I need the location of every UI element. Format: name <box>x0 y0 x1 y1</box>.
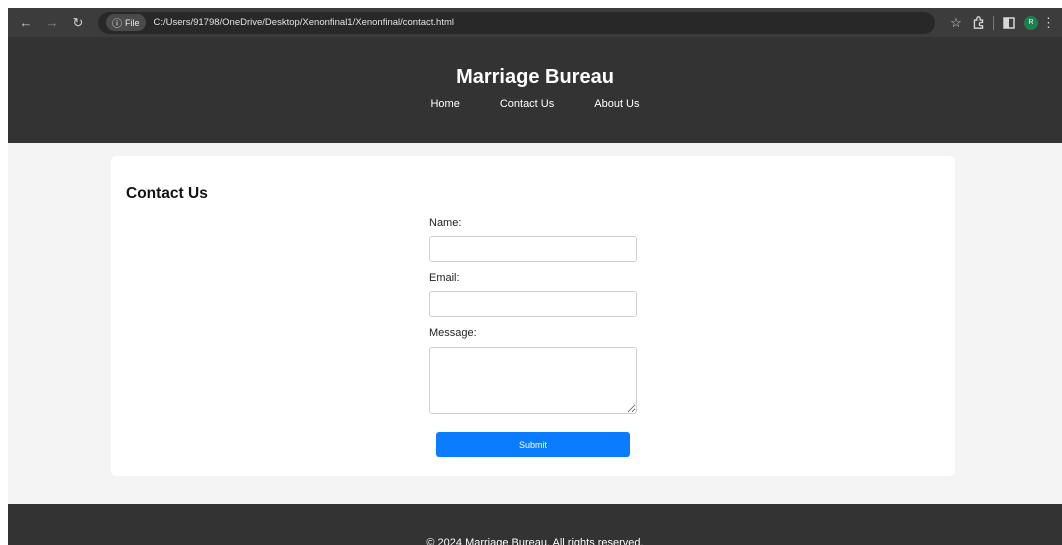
menu-kebab-icon[interactable]: ⋮ <box>1042 15 1055 31</box>
email-input[interactable] <box>429 291 637 317</box>
back-arrow-icon[interactable]: ← <box>16 13 36 33</box>
contact-form: Name: Email: Message: Submit <box>429 217 637 457</box>
contact-card: Contact Us Name: Email: Message: Submit <box>111 156 955 476</box>
nav-link-contact-us[interactable]: Contact Us <box>500 98 554 110</box>
site-header: Marriage Bureau Home Contact Us About Us <box>8 37 1062 143</box>
address-bar[interactable]: ⓘ File C:/Users/91798/OneDrive/Desktop/X… <box>98 11 935 34</box>
footer-copyright: © 2024 Marriage Bureau. All rights reser… <box>426 537 644 545</box>
browser-window: ← → ↻ ⓘ File C:/Users/91798/OneDrive/Des… <box>0 0 1062 545</box>
contact-heading: Contact Us <box>126 185 208 202</box>
submit-button[interactable]: Submit <box>436 432 630 457</box>
message-label: Message: <box>429 327 477 339</box>
star-icon[interactable]: ☆ <box>945 13 967 33</box>
extensions-icon[interactable] <box>967 13 989 33</box>
nav-link-about-us[interactable]: About Us <box>594 98 639 110</box>
extensions-icon-svg <box>973 16 983 29</box>
site-info-chip[interactable]: ⓘ File <box>106 14 146 31</box>
email-label: Email: <box>429 272 460 284</box>
sidepanel-icon-svg <box>1003 16 1015 29</box>
info-icon: ⓘ <box>112 19 122 30</box>
site-nav: Home Contact Us About Us <box>8 98 1062 110</box>
address-chip-label: File <box>125 17 140 28</box>
profile-avatar[interactable]: R <box>1024 15 1038 30</box>
toolbar-separator <box>993 15 994 30</box>
sidepanel-icon[interactable] <box>998 13 1020 33</box>
nav-link-home[interactable]: Home <box>430 98 459 110</box>
url-text: C:/Users/91798/OneDrive/Desktop/Xenonfin… <box>153 17 454 28</box>
site-footer: © 2024 Marriage Bureau. All rights reser… <box>8 504 1062 545</box>
site-title: Marriage Bureau <box>456 66 614 88</box>
name-label: Name: <box>429 217 462 229</box>
web-page: Marriage Bureau Home Contact Us About Us… <box>8 37 1062 545</box>
message-textarea[interactable] <box>429 347 637 414</box>
name-input[interactable] <box>429 236 637 262</box>
forward-arrow-icon[interactable]: → <box>42 13 62 33</box>
browser-toolbar: ← → ↻ ⓘ File C:/Users/91798/OneDrive/Des… <box>8 8 1062 37</box>
reload-icon[interactable]: ↻ <box>68 13 88 33</box>
